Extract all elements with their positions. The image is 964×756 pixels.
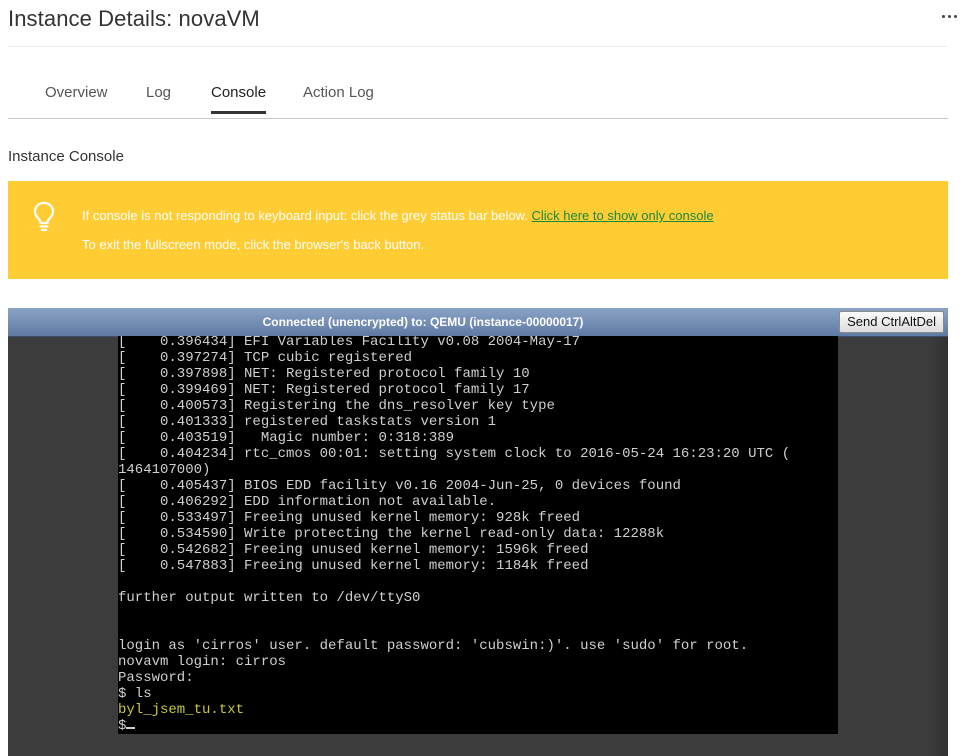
- terminal-line: byl_jsem_tu.txt: [118, 702, 245, 718]
- notice-text-1: If console is not responding to keyboard…: [82, 208, 532, 223]
- notice-line-2: To exit the fullscreen mode, click the b…: [82, 237, 425, 252]
- console-notice: If console is not responding to keyboard…: [8, 181, 948, 279]
- show-only-console-link[interactable]: Click here to show only console: [531, 208, 713, 223]
- tab-log[interactable]: Log: [146, 84, 171, 113]
- terminal-line: further output written to /dev/ttyS0: [118, 590, 421, 606]
- lightbulb-icon: [33, 201, 55, 232]
- terminal-line: [ 0.399469] NET: Registered protocol fam…: [118, 382, 530, 398]
- terminal-line: [ 0.401333] registered taskstats version…: [118, 414, 497, 430]
- console-frame: Connected (unencrypted) to: QEMU (instan…: [8, 308, 948, 756]
- console-status-text: Connected (unencrypted) to: QEMU (instan…: [262, 315, 584, 329]
- terminal-line: $: [118, 718, 790, 734]
- console-terminal[interactable]: [ 0.396434] EFI Variables Facility v0.08…: [118, 336, 838, 734]
- terminal-line: 1464107000): [118, 462, 211, 478]
- console-frame-shade: [928, 308, 948, 756]
- tab-bar: Overview Log Console Action Log: [8, 72, 948, 119]
- terminal-line: $ ls: [118, 686, 152, 702]
- terminal-line: [ 0.397898] NET: Registered protocol fam…: [118, 366, 530, 382]
- terminal-line: [ 0.405437] BIOS EDD facility v0.16 2004…: [118, 478, 681, 494]
- terminal-line: novavm login: cirros: [118, 654, 287, 670]
- terminal-line: Password:: [118, 670, 194, 686]
- terminal-line: [ 0.406292] EDD information not availabl…: [118, 494, 497, 510]
- terminal-line: [ 0.542682] Freeing unused kernel memory…: [118, 542, 589, 558]
- console-status-bar[interactable]: Connected (unencrypted) to: QEMU (instan…: [8, 308, 948, 337]
- terminal-line: [ 0.400573] Registering the dns_resolver…: [118, 398, 555, 414]
- terminal-line: [ 0.403519] Magic number: 0:318:389: [118, 430, 455, 446]
- more-options-menu-icon[interactable]: [936, 4, 962, 28]
- tab-console[interactable]: Console: [211, 84, 267, 114]
- terminal-line: [ 0.396434] EFI Variables Facility v0.08…: [118, 336, 581, 350]
- terminal-output: [ 0.396434] EFI Variables Facility v0.08…: [118, 336, 790, 734]
- send-ctrl-alt-del-button[interactable]: Send CtrlAltDel: [839, 311, 944, 333]
- terminal-line: [ 0.397274] TCP cubic registered: [118, 350, 413, 366]
- terminal-line: [ 0.534590] Write protecting the kernel …: [118, 526, 665, 542]
- terminal-line: login as 'cirros' user. default password…: [118, 638, 749, 654]
- notice-line-1: If console is not responding to keyboard…: [82, 208, 714, 223]
- terminal-line: [ 0.404234] rtc_cmos 00:01: setting syst…: [118, 446, 791, 462]
- terminal-line: [ 0.533497] Freeing unused kernel memory…: [118, 510, 581, 526]
- tab-action-log[interactable]: Action Log: [303, 84, 374, 113]
- terminal-line: [ 0.547883] Freeing unused kernel memory…: [118, 558, 589, 574]
- title-divider: [8, 46, 948, 47]
- terminal-cursor: [126, 727, 136, 729]
- tab-overview[interactable]: Overview: [45, 84, 108, 113]
- page-title: Instance Details: novaVM: [8, 6, 260, 31]
- section-title: Instance Console: [8, 148, 124, 165]
